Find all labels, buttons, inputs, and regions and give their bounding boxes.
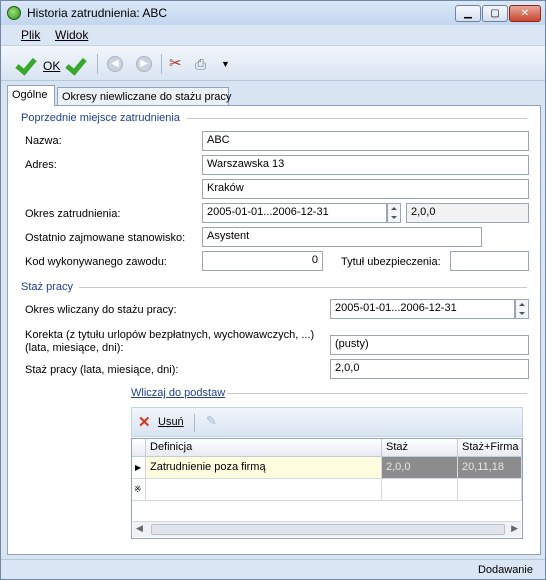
toolbar-separator (161, 54, 162, 74)
section-divider (187, 118, 527, 119)
maximize-button[interactable]: ▢ (482, 5, 508, 22)
minimize-button[interactable]: ▁ (455, 5, 481, 22)
position-label: Ostatnio zajmowane stanowisko: (25, 232, 186, 244)
period-spinner[interactable] (387, 203, 401, 223)
column-staz[interactable]: Staż (382, 439, 458, 457)
menu-file-label: Plik (21, 28, 41, 42)
address-line1-field[interactable]: Warszawska 13 (202, 155, 529, 175)
section-divider (79, 287, 527, 288)
column-staz-firma[interactable]: Staż+Firma (458, 439, 522, 457)
status-text: Dodawanie (477, 564, 533, 576)
grid-toolbar: ✕ Usuń ✎ (131, 407, 523, 437)
correction-label-line2: (lata, miesiące, dni): (25, 342, 124, 354)
insurance-title-label: Tytuł ubezpieczenia: (341, 256, 441, 268)
menu-bar: Plik Widok (1, 25, 545, 45)
period-length-field: 2,0,0 (406, 203, 529, 223)
period-label: Okres zatrudnienia: (25, 208, 121, 220)
scrollbar-thumb[interactable] (151, 524, 505, 535)
tab-general[interactable]: Ogólne (7, 85, 55, 106)
delete-x-icon: ✕ (138, 414, 151, 431)
cell-definition[interactable]: Zatrudnienie poza firmą (146, 457, 382, 479)
position-field[interactable]: Asystent (202, 227, 482, 247)
delete-button[interactable]: ✕ Usuń (138, 413, 194, 431)
menu-view-label: Widok (55, 28, 89, 42)
scroll-left-icon[interactable]: ◀ (136, 523, 143, 534)
address-label: Adres: (25, 159, 57, 171)
insurance-title-field[interactable] (450, 251, 529, 271)
section-divider (227, 393, 527, 394)
section-previous-employment: Poprzednie miejsce zatrudnienia (21, 112, 180, 124)
tab-excluded-periods[interactable]: Okresy niewliczane do stażu pracy (57, 87, 231, 106)
row-indicator-icon: ▶ (132, 457, 146, 479)
row-header-corner (132, 439, 146, 457)
toolbar: OK ◀ ▶ ✂ ⎙ ▼ (1, 45, 545, 81)
forward-icon[interactable]: ▶ (136, 56, 152, 72)
status-bar: Dodawanie (1, 559, 545, 579)
section-seniority: Staż pracy (21, 281, 73, 293)
new-row-definition[interactable] (146, 479, 382, 501)
name-label: Nazwa: (25, 135, 62, 147)
name-field[interactable]: ABC (202, 131, 529, 151)
seniority-label: Staż pracy (lata, miesiące, dni): (25, 364, 179, 376)
dropdown-arrow-icon[interactable]: ▼ (221, 54, 231, 76)
occupation-code-label: Kod wykonywanego zawodu: (25, 256, 167, 268)
column-definition[interactable]: Definicja (146, 439, 382, 457)
period-field[interactable]: 2005-01-01...2006-12-31 (202, 203, 387, 223)
new-row-staz[interactable] (382, 479, 458, 501)
counted-period-label: Okres wliczany do stażu pracy: (25, 304, 177, 316)
app-icon (7, 6, 21, 20)
occupation-code-field[interactable]: 0 (202, 251, 323, 271)
toolbar-separator (97, 54, 98, 74)
section-include-in-basis: Wliczaj do podstaw (131, 387, 226, 399)
title-bar: Historia zatrudnienia: ABC ▁ ▢ ✕ (1, 1, 545, 25)
correction-field[interactable]: (pusty) (330, 335, 529, 355)
toolbar-separator (194, 414, 195, 432)
new-row-staz-firma[interactable] (458, 479, 522, 501)
menu-view[interactable]: Widok (55, 28, 88, 42)
back-icon[interactable]: ◀ (107, 56, 123, 72)
cell-staz[interactable]: 2,0,0 (382, 457, 458, 479)
correction-label-line1: Korekta (z tytułu urlopów bezpłatnych, w… (25, 329, 315, 341)
scroll-right-icon[interactable]: ▶ (511, 523, 518, 534)
seniority-field[interactable]: 2,0,0 (330, 359, 529, 379)
ok-label: OK (43, 59, 61, 73)
window-title: Historia zatrudnienia: ABC (27, 6, 168, 20)
ok-button[interactable]: OK (17, 54, 63, 76)
check-icon (67, 54, 87, 74)
horizontal-scrollbar[interactable]: ◀ ▶ (133, 521, 521, 537)
counted-period-field[interactable]: 2005-01-01...2006-12-31 (330, 299, 515, 319)
ok-check-icon (17, 54, 37, 74)
delete-label: Usuń (158, 416, 184, 428)
new-row-indicator-icon: ※ (132, 479, 146, 501)
edit-icon[interactable]: ✎ (206, 413, 217, 429)
menu-file[interactable]: Plik (21, 28, 40, 42)
main-window: Historia zatrudnienia: ABC ▁ ▢ ✕ Plik Wi… (0, 0, 546, 580)
tools-icon[interactable]: ✂ (169, 54, 187, 76)
close-button[interactable]: ✕ (509, 5, 541, 22)
basis-grid: Definicja Staż Staż+Firma ▶ Zatrudnienie… (131, 438, 523, 539)
cell-staz-firma[interactable]: 20,11,18 (458, 457, 522, 479)
print-icon[interactable]: ⎙ (195, 54, 213, 76)
save-close-button[interactable] (67, 54, 91, 76)
address-line2-field[interactable]: Kraków (202, 179, 529, 199)
counted-period-spinner[interactable] (515, 299, 529, 319)
